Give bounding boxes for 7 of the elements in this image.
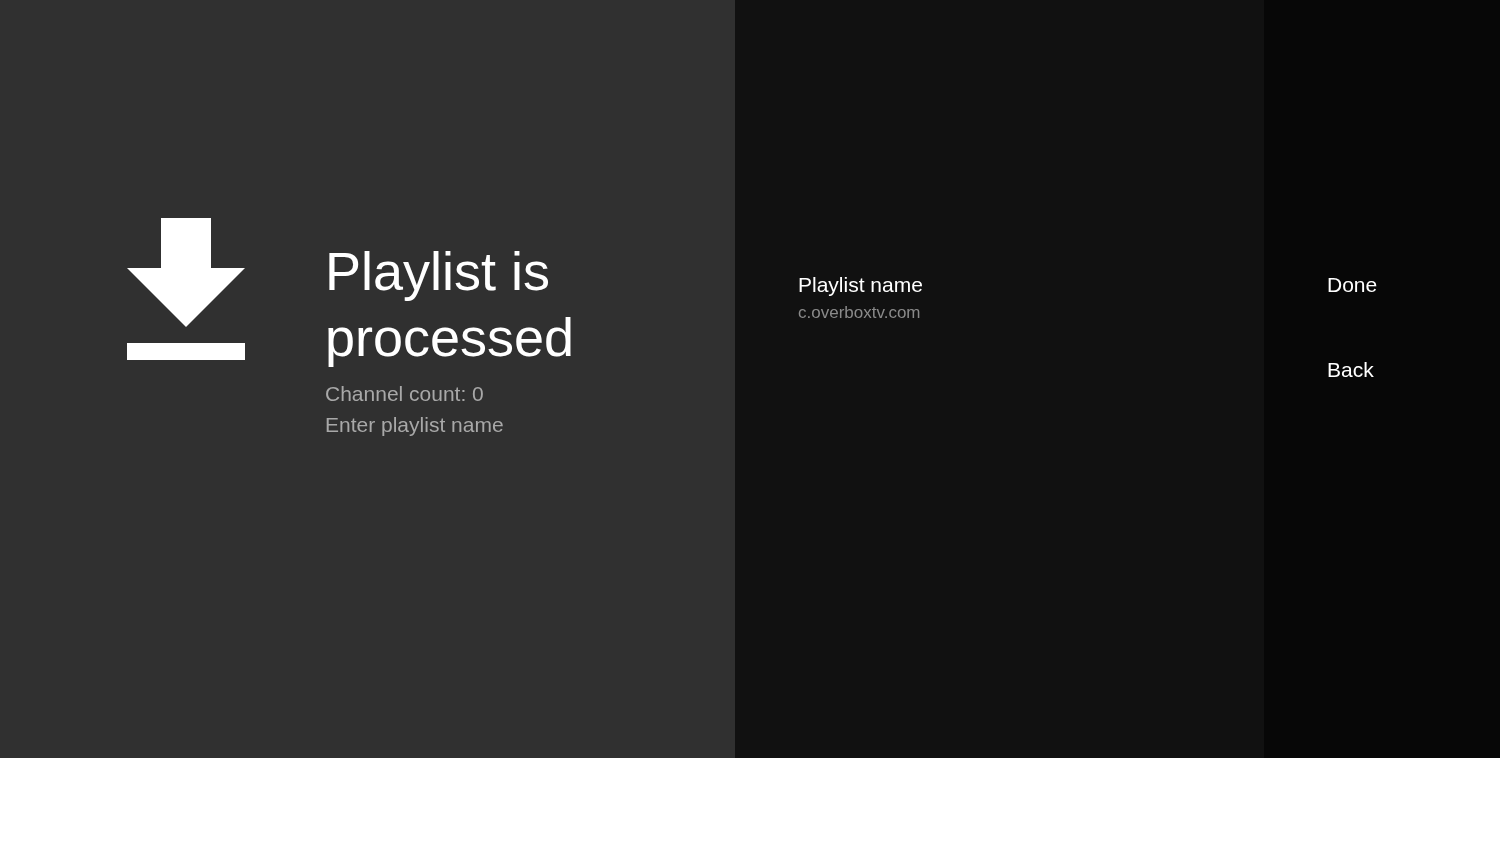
guidance-title: Playlist is processed [325,240,576,369]
action-button[interactable]: Done [1327,270,1378,300]
action-button[interactable]: Back [1327,355,1374,385]
guidance-description: Channel count: 0 [325,381,485,407]
download-icon [127,218,245,360]
playlist-name-action[interactable]: Playlist name c.overboxtv.com [798,270,1264,326]
guidance-description: Enter playlist name [325,412,505,438]
